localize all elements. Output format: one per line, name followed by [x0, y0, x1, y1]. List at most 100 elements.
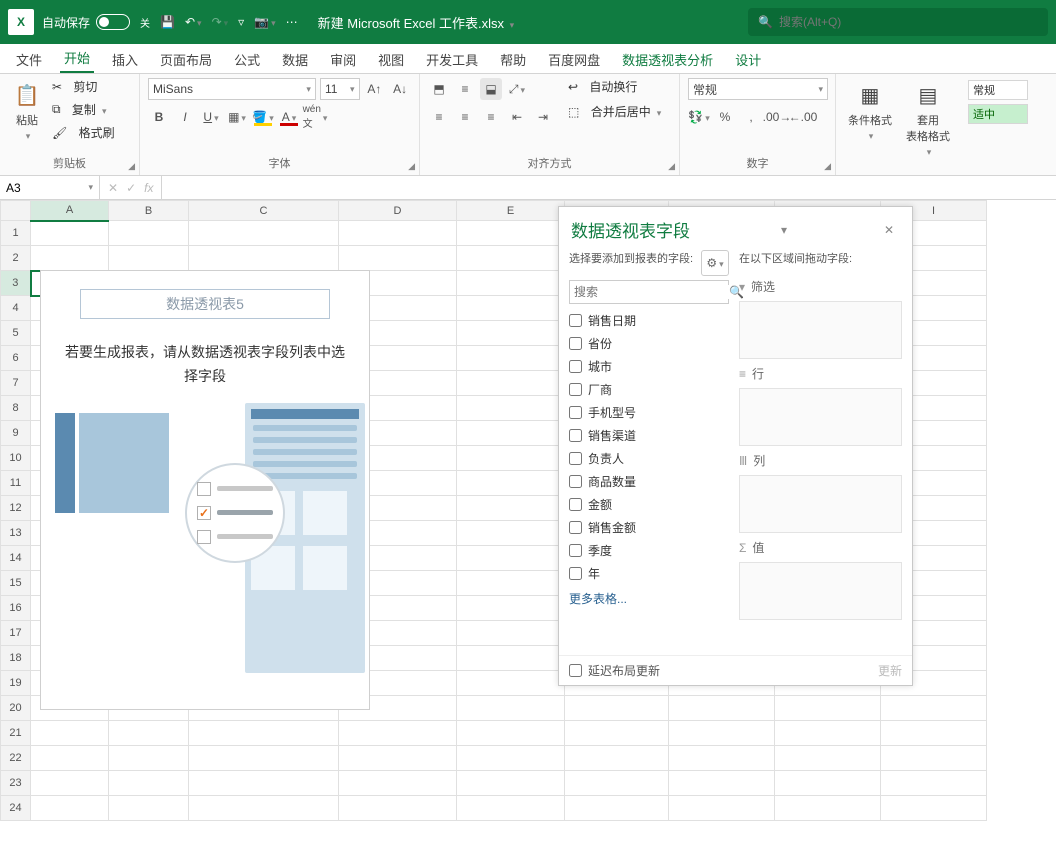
field-pane-close-icon[interactable]: ✕ [878, 223, 900, 237]
col-drop-zone[interactable] [739, 475, 902, 533]
cell-H23[interactable] [775, 771, 881, 796]
cell-G22[interactable] [669, 746, 775, 771]
underline-button[interactable]: U [200, 106, 222, 128]
cancel-icon[interactable]: ✕ [108, 181, 118, 195]
cell-B2[interactable] [109, 246, 189, 271]
enter-icon[interactable]: ✓ [126, 181, 136, 195]
field-search-input[interactable] [574, 285, 729, 299]
grow-font-button[interactable]: A↑ [364, 78, 386, 100]
row-6[interactable]: 6 [1, 346, 31, 371]
tab-开始[interactable]: 开始 [60, 42, 94, 73]
row-1[interactable]: 1 [1, 221, 31, 246]
row-22[interactable]: 22 [1, 746, 31, 771]
cell-F22[interactable] [565, 746, 669, 771]
cell-H24[interactable] [775, 796, 881, 821]
cell-B24[interactable] [109, 796, 189, 821]
cell-E8[interactable] [457, 396, 565, 421]
row-8[interactable]: 8 [1, 396, 31, 421]
row-20[interactable]: 20 [1, 696, 31, 721]
bold-button[interactable]: B [148, 106, 170, 128]
tab-设计[interactable]: 设计 [731, 44, 765, 73]
field-负责人[interactable]: 负责人 [569, 450, 729, 467]
row-18[interactable]: 18 [1, 646, 31, 671]
qat-more[interactable]: ⋯ [286, 15, 298, 29]
row-23[interactable]: 23 [1, 771, 31, 796]
cell-B1[interactable] [109, 221, 189, 246]
field-手机型号[interactable]: 手机型号 [569, 404, 729, 421]
cell-H22[interactable] [775, 746, 881, 771]
more-tables-link[interactable]: 更多表格... [569, 590, 729, 607]
cell-B23[interactable] [109, 771, 189, 796]
row-10[interactable]: 10 [1, 446, 31, 471]
tab-插入[interactable]: 插入 [108, 44, 142, 73]
table-format-button[interactable]: ▤套用 表格格式 [902, 78, 954, 160]
name-box[interactable]: ▾ [0, 176, 100, 199]
tab-页面布局[interactable]: 页面布局 [156, 44, 216, 73]
defer-layout-checkbox[interactable]: 延迟布局更新 [569, 662, 660, 679]
inc-decimal-button[interactable]: .00→ [766, 106, 788, 128]
col-C[interactable]: C [189, 201, 339, 221]
autosave-toggle[interactable] [96, 14, 130, 30]
field-省份[interactable]: 省份 [569, 335, 729, 352]
field-商品数量[interactable]: 商品数量 [569, 473, 729, 490]
cell-I23[interactable] [881, 771, 987, 796]
fx-icon[interactable]: fx [144, 181, 153, 195]
tab-帮助[interactable]: 帮助 [496, 44, 530, 73]
filter-drop-zone[interactable] [739, 301, 902, 359]
comma-button[interactable]: , [740, 106, 762, 128]
cell-A21[interactable] [31, 721, 109, 746]
cell-E9[interactable] [457, 421, 565, 446]
field-厂商[interactable]: 厂商 [569, 381, 729, 398]
col-D[interactable]: D [339, 201, 457, 221]
cell-H20[interactable] [775, 696, 881, 721]
font-size-combo[interactable]: 11▾ [320, 78, 360, 100]
row-16[interactable]: 16 [1, 596, 31, 621]
cell-C22[interactable] [189, 746, 339, 771]
search-input[interactable] [779, 15, 1038, 29]
cell-E20[interactable] [457, 696, 565, 721]
cell-A2[interactable] [31, 246, 109, 271]
cell-C21[interactable] [189, 721, 339, 746]
cell-A22[interactable] [31, 746, 109, 771]
row-11[interactable]: 11 [1, 471, 31, 496]
row-3[interactable]: 3 [1, 271, 31, 296]
align-left-button[interactable]: ≡ [428, 106, 450, 128]
align-bottom-button[interactable]: ⬓ [480, 78, 502, 100]
clipboard-launcher[interactable]: ◢ [128, 161, 135, 172]
cell-E2[interactable] [457, 246, 565, 271]
doc-title-caret[interactable] [508, 16, 515, 31]
tab-视图[interactable]: 视图 [374, 44, 408, 73]
align-right-button[interactable]: ≡ [480, 106, 502, 128]
tab-数据透视表分析[interactable]: 数据透视表分析 [618, 44, 717, 73]
indent-button[interactable]: ⇥ [532, 106, 554, 128]
accounting-button[interactable]: 💱 [688, 106, 710, 128]
cell-E23[interactable] [457, 771, 565, 796]
field-pane-dropdown-icon[interactable]: ▾ [775, 223, 793, 237]
cell-E3[interactable] [457, 271, 565, 296]
cell-A1[interactable] [31, 221, 109, 246]
cell-E15[interactable] [457, 571, 565, 596]
tab-数据[interactable]: 数据 [278, 44, 312, 73]
shrink-font-button[interactable]: A↓ [389, 78, 411, 100]
number-launcher[interactable]: ◢ [824, 161, 831, 172]
tab-公式[interactable]: 公式 [230, 44, 264, 73]
cell-E18[interactable] [457, 646, 565, 671]
format-painter-button[interactable]: 🖌 格式刷 [52, 124, 115, 141]
cell-E17[interactable] [457, 621, 565, 646]
cell-style-normal[interactable]: 常规 [968, 80, 1028, 100]
row-17[interactable]: 17 [1, 621, 31, 646]
field-金额[interactable]: 金额 [569, 496, 729, 513]
cell-E6[interactable] [457, 346, 565, 371]
cell-C2[interactable] [189, 246, 339, 271]
field-销售日期[interactable]: 销售日期 [569, 312, 729, 329]
dec-decimal-button[interactable]: ←.00 [792, 106, 814, 128]
align-top-button[interactable]: ⬒ [428, 78, 450, 100]
row-7[interactable]: 7 [1, 371, 31, 396]
cell-G24[interactable] [669, 796, 775, 821]
align-launcher[interactable]: ◢ [668, 161, 675, 172]
phonetic-button[interactable]: wén文 [304, 106, 326, 128]
cell-D21[interactable] [339, 721, 457, 746]
camera-icon[interactable]: 📷 [254, 15, 275, 29]
cell-G23[interactable] [669, 771, 775, 796]
font-launcher[interactable]: ◢ [408, 161, 415, 172]
